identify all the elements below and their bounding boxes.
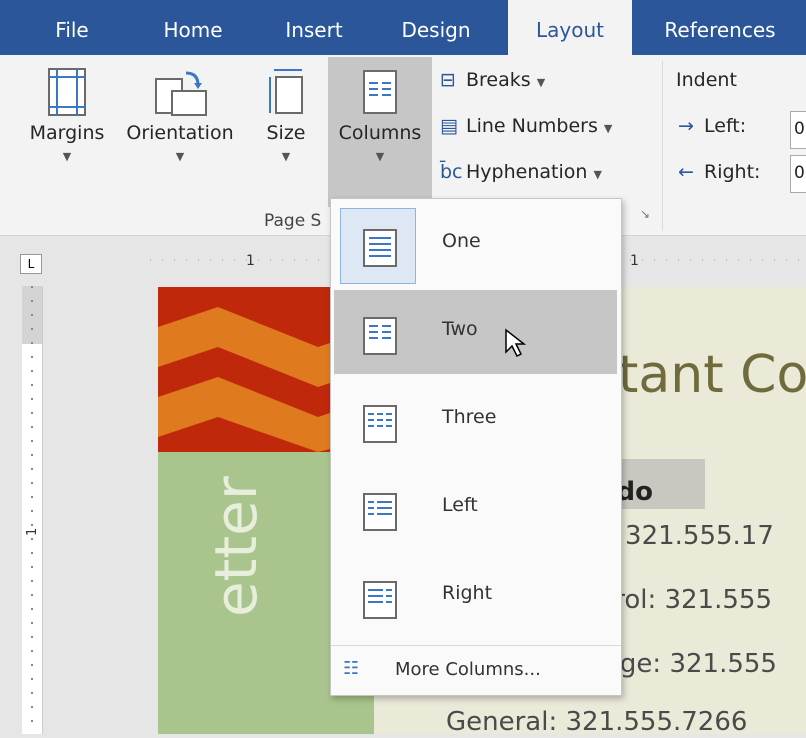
contact-line: General: 321.555.7266 bbox=[446, 707, 748, 734]
orientation-button[interactable]: Orientation ▼ bbox=[118, 67, 242, 163]
option-label: Three bbox=[442, 406, 497, 428]
right-column-icon bbox=[363, 581, 397, 619]
icon-frame bbox=[340, 560, 416, 636]
more-columns-button[interactable]: ☷ More Columns... bbox=[331, 645, 621, 694]
option-label: Left bbox=[442, 494, 478, 516]
chevron-down-icon: ▼ bbox=[62, 150, 72, 163]
contact-line: trol: 321.555 bbox=[604, 585, 772, 615]
contact-line: : 321.555.17 bbox=[608, 521, 774, 551]
left-column-icon bbox=[363, 493, 397, 531]
ruler-ticks: 1 bbox=[22, 286, 42, 734]
more-columns-icon: ☷ bbox=[343, 658, 360, 679]
ruler-mark: 1 bbox=[246, 253, 255, 269]
contact-line: age: 321.555 bbox=[604, 649, 777, 679]
tab-file[interactable]: File bbox=[42, 0, 102, 55]
tab-layout[interactable]: Layout bbox=[508, 0, 632, 55]
columns-label: Columns bbox=[338, 122, 422, 144]
tab-design[interactable]: Design bbox=[390, 0, 482, 55]
indent-left-label: → Left: bbox=[678, 115, 746, 137]
hyphenation-icon: b̄c bbox=[440, 161, 463, 183]
columns-option-one[interactable]: One bbox=[334, 202, 617, 286]
columns-dropdown-menu: One Two Three Left Right ☷ More Columns.… bbox=[330, 198, 622, 696]
columns-option-two[interactable]: Two bbox=[334, 290, 617, 374]
option-label: Two bbox=[442, 318, 478, 340]
page-setup-group-label: Page S bbox=[264, 211, 322, 231]
line-numbers-button[interactable]: ▤ Line Numbers ▼ bbox=[440, 115, 612, 137]
chevron-down-icon: ▼ bbox=[536, 76, 546, 89]
chevron-down-icon: ▼ bbox=[175, 150, 185, 163]
two-columns-icon bbox=[363, 317, 397, 355]
indent-right-text: Right: bbox=[704, 161, 761, 183]
ribbon-tab-bar: File Home Insert Design Layout Reference… bbox=[0, 0, 806, 55]
icon-frame bbox=[340, 296, 416, 372]
indent-left-icon: → bbox=[678, 115, 694, 137]
columns-option-right[interactable]: Right bbox=[334, 554, 617, 638]
indent-right-icon: ← bbox=[678, 161, 694, 183]
size-button[interactable]: Size ▼ bbox=[260, 67, 312, 163]
columns-option-left[interactable]: Left bbox=[334, 466, 617, 550]
ruler-mark: 1 bbox=[630, 253, 639, 269]
tab-insert[interactable]: Insert bbox=[272, 0, 356, 55]
group-divider bbox=[662, 61, 663, 231]
more-columns-label: More Columns... bbox=[395, 659, 541, 680]
hyphenation-label: Hyphenation bbox=[466, 161, 588, 183]
chevron-down-icon: ▼ bbox=[281, 150, 291, 163]
tab-references[interactable]: References bbox=[650, 0, 790, 55]
margins-label: Margins bbox=[29, 122, 105, 144]
size-icon bbox=[269, 69, 303, 114]
margins-icon bbox=[48, 68, 86, 116]
vertical-ruler[interactable]: 1 bbox=[22, 286, 43, 734]
icon-frame bbox=[340, 384, 416, 460]
indent-right-input[interactable]: 0 bbox=[790, 155, 806, 193]
chevron-down-icon: ▼ bbox=[593, 168, 602, 181]
option-label: One bbox=[442, 230, 481, 252]
margins-button[interactable]: Margins ▼ bbox=[20, 67, 114, 163]
line-numbers-label: Line Numbers bbox=[466, 115, 598, 137]
three-columns-icon bbox=[363, 405, 397, 443]
document-title: tant Co bbox=[618, 345, 806, 405]
vertical-sidebar-text: etter bbox=[202, 476, 270, 617]
icon-frame bbox=[340, 472, 416, 548]
orientation-icon bbox=[155, 71, 207, 116]
size-label: Size bbox=[266, 122, 306, 144]
indent-heading: Indent bbox=[676, 69, 737, 91]
columns-option-three[interactable]: Three bbox=[334, 378, 617, 462]
columns-button[interactable]: Columns ▼ bbox=[328, 57, 432, 207]
breaks-label: Breaks bbox=[466, 69, 531, 91]
orientation-label: Orientation bbox=[126, 122, 234, 144]
breaks-icon: ⊟ bbox=[440, 69, 456, 91]
ruler-mark: 1 bbox=[25, 528, 40, 536]
tab-stop-selector[interactable]: L bbox=[20, 254, 42, 274]
columns-icon bbox=[363, 70, 397, 114]
hyphenation-button[interactable]: b̄c Hyphenation ▼ bbox=[440, 161, 602, 183]
tab-home[interactable]: Home bbox=[148, 0, 238, 55]
indent-left-text: Left: bbox=[704, 115, 747, 137]
breaks-button[interactable]: ⊟ Breaks ▼ bbox=[440, 69, 545, 91]
one-column-icon bbox=[363, 229, 397, 267]
line-numbers-icon: ▤ bbox=[440, 115, 458, 137]
mouse-cursor-icon bbox=[505, 328, 527, 358]
dialog-launcher-icon[interactable]: ↘ bbox=[640, 207, 650, 221]
indent-right-label: ← Right: bbox=[678, 161, 760, 183]
chevron-down-icon: ▼ bbox=[603, 122, 613, 135]
option-label: Right bbox=[442, 582, 493, 604]
indent-left-input[interactable]: 0 bbox=[790, 111, 806, 149]
icon-frame bbox=[340, 208, 416, 284]
chevron-down-icon: ▼ bbox=[375, 150, 385, 163]
